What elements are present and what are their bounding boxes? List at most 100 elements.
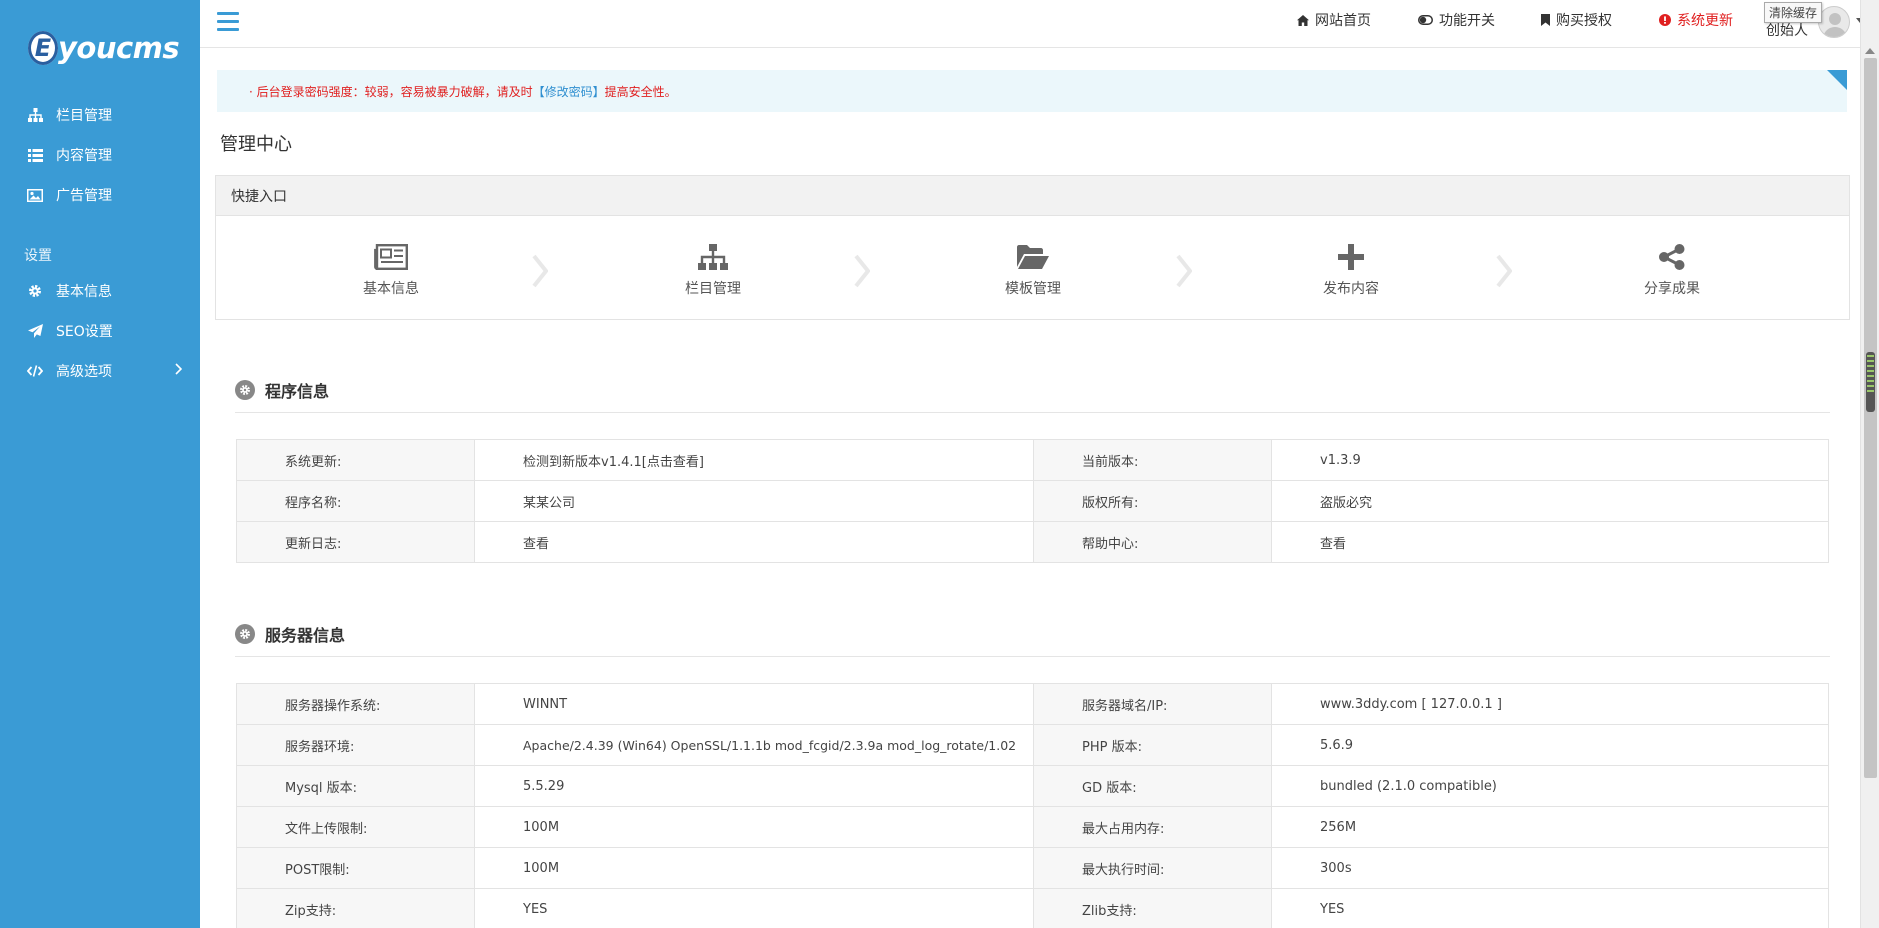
sidebar-item-basic-info[interactable]: 基本信息	[0, 271, 200, 311]
chevron-right-icon	[1496, 254, 1513, 292]
exclamation-circle-icon	[1659, 14, 1671, 26]
quick-item-template[interactable]: 模板管理	[968, 242, 1098, 298]
share-icon	[1607, 242, 1737, 272]
header-link-buy-license[interactable]: 购买授权	[1541, 0, 1612, 40]
menu-toggle-icon[interactable]	[217, 12, 239, 32]
divider	[235, 412, 1830, 413]
info-key: 当前版本:	[1033, 439, 1272, 481]
settings-section-label: 设置	[24, 248, 52, 264]
info-key: 最大占用内存:	[1033, 806, 1272, 848]
info-key: 系统更新:	[236, 439, 475, 481]
header-link-feature-switch[interactable]: 功能开关	[1418, 0, 1495, 40]
info-value: 100M	[474, 847, 1034, 889]
sidebar-item-label: 高级选项	[56, 364, 112, 380]
scroll-up-arrow-icon[interactable]	[1865, 48, 1875, 54]
info-value: YES	[1271, 888, 1829, 928]
quick-item-publish[interactable]: 发布内容	[1286, 242, 1416, 298]
section-title-text: 服务器信息	[265, 626, 346, 645]
notice-suffix: 提高安全性。	[604, 84, 677, 99]
logo-badge: E	[28, 30, 58, 65]
server-info-title: 服务器信息	[235, 622, 345, 646]
info-value: Apache/2.4.39 (Win64) OpenSSL/1.1.1b mod…	[474, 724, 1034, 766]
table-row: Mysql 版本: 5.5.29 GD 版本: bundled (2.1.0 c…	[236, 765, 1829, 807]
info-value: 某某公司	[474, 480, 1034, 522]
clear-cache-tooltip: 清除缓存	[1764, 2, 1823, 23]
chevron-right-icon	[854, 254, 871, 292]
top-header: 网站首页 功能开关 购买授权 系统更新 创始人 清除缓存	[200, 0, 1864, 48]
logo[interactable]: E youcms	[0, 0, 200, 95]
notice-corner	[1827, 70, 1847, 90]
section-title-text: 程序信息	[265, 382, 330, 401]
list-icon	[26, 146, 44, 164]
password-notice: · 后台登录密码强度：较弱，容易被暴力破解，请及时 【修改密码】 提高安全性。	[217, 70, 1847, 112]
info-key: 文件上传限制:	[236, 806, 475, 848]
info-key: GD 版本:	[1033, 765, 1272, 807]
info-value: bundled (2.1.0 compatible)	[1271, 765, 1829, 807]
sidebar-item-label: 广告管理	[56, 188, 112, 204]
change-password-link[interactable]: 【修改密码】	[533, 83, 605, 100]
info-key: Zip支持:	[236, 888, 475, 928]
toggle-icon	[1418, 15, 1433, 25]
avatar[interactable]	[1818, 6, 1850, 38]
table-row: POST限制: 100M 最大执行时间: 300s	[236, 847, 1829, 889]
bookmark-icon	[1541, 14, 1550, 26]
info-key: 程序名称:	[236, 480, 475, 522]
info-value: WINNT	[474, 683, 1034, 725]
scrollbar-grip[interactable]	[1866, 352, 1875, 412]
sidebar-item-ads[interactable]: 广告管理	[0, 175, 200, 215]
gear-icon	[235, 380, 255, 400]
table-row: 服务器环境: Apache/2.4.39 (Win64) OpenSSL/1.1…	[236, 724, 1829, 766]
logo-text: youcms	[58, 30, 180, 65]
quick-item-basic-info[interactable]: 基本信息	[326, 242, 456, 298]
header-link-system-update[interactable]: 系统更新	[1659, 0, 1733, 40]
info-key: POST限制:	[236, 847, 475, 889]
sitemap-icon	[648, 242, 778, 272]
info-value: 5.5.29	[474, 765, 1034, 807]
plus-icon	[1286, 242, 1416, 272]
info-value: www.3ddy.com [ 127.0.0.1 ]	[1271, 683, 1829, 725]
user-name[interactable]: 创始人	[1766, 20, 1808, 40]
header-link-home[interactable]: 网站首页	[1297, 0, 1371, 40]
quick-item-category[interactable]: 栏目管理	[648, 242, 778, 298]
header-link-label: 购买授权	[1556, 13, 1612, 29]
quick-item-label: 分享成果	[1644, 281, 1700, 297]
info-key: 服务器域名/IP:	[1033, 683, 1272, 725]
sitemap-icon	[26, 106, 44, 124]
image-icon	[26, 186, 44, 204]
header-link-label: 功能开关	[1439, 13, 1495, 29]
new-version-link[interactable]: 检测到新版本v1.4.1[点击查看]	[474, 439, 1034, 481]
sidebar-item-seo[interactable]: SEO设置	[0, 311, 200, 351]
home-icon	[1297, 14, 1309, 26]
info-value: v1.3.9	[1271, 439, 1829, 481]
info-key: 版权所有:	[1033, 480, 1272, 522]
quick-entry-title: 快捷入口	[216, 176, 1849, 216]
chevron-right-icon	[1176, 254, 1193, 292]
gear-icon	[235, 624, 255, 644]
quick-entry-panel: 快捷入口 基本信息 栏目管理 模板管理 发布内容 分享成果	[215, 175, 1850, 320]
info-value: 5.6.9	[1271, 724, 1829, 766]
server-info-table: 服务器操作系统: WINNT 服务器域名/IP: www.3ddy.com [ …	[236, 683, 1829, 928]
quick-item-label: 栏目管理	[685, 281, 741, 297]
folder-open-icon	[968, 242, 1098, 272]
info-key: 最大执行时间:	[1033, 847, 1272, 889]
vertical-scrollbar[interactable]	[1860, 0, 1879, 928]
chevron-right-icon	[532, 254, 549, 292]
divider	[235, 656, 1830, 657]
sidebar-item-label: 内容管理	[56, 148, 112, 164]
sidebar-item-label: SEO设置	[56, 324, 113, 340]
sidebar-item-advanced[interactable]: 高级选项	[0, 351, 200, 391]
scrollbar-thumb[interactable]	[1864, 58, 1877, 778]
sidebar-item-category[interactable]: 栏目管理	[0, 95, 200, 135]
gear-icon	[26, 282, 44, 300]
table-row: 系统更新: 检测到新版本v1.4.1[点击查看] 当前版本: v1.3.9	[236, 439, 1829, 481]
sidebar-item-content[interactable]: 内容管理	[0, 135, 200, 175]
program-info-title: 程序信息	[235, 378, 329, 402]
changelog-link[interactable]: 查看	[474, 521, 1034, 563]
info-value: 盗版必究	[1271, 480, 1829, 522]
program-info-table: 系统更新: 检测到新版本v1.4.1[点击查看] 当前版本: v1.3.9 程序…	[236, 439, 1829, 563]
page-title: 管理中心	[220, 134, 292, 155]
info-key: Zlib支持:	[1033, 888, 1272, 928]
quick-item-share[interactable]: 分享成果	[1607, 242, 1737, 298]
help-center-link[interactable]: 查看	[1271, 521, 1829, 563]
table-row: 文件上传限制: 100M 最大占用内存: 256M	[236, 806, 1829, 848]
